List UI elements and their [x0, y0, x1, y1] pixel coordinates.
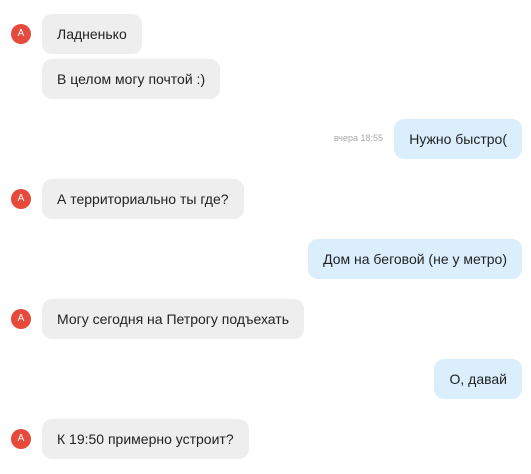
chat-thread: A Ладненько В целом могу почтой :) вчера… [0, 0, 531, 474]
avatar[interactable]: A [11, 309, 31, 329]
outgoing-message[interactable]: Дом на беговой (не у метро) [308, 239, 522, 279]
message-timestamp: вчера 18:55 [333, 133, 383, 143]
outgoing-message[interactable]: О, давай [434, 359, 522, 399]
incoming-message[interactable]: Ладненько [42, 14, 142, 54]
avatar[interactable]: A [11, 189, 31, 209]
incoming-message[interactable]: А территориально ты где? [42, 179, 244, 219]
incoming-message[interactable]: К 19:50 примерно устроит? [42, 419, 249, 459]
incoming-message[interactable]: В целом могу почтой :) [42, 59, 221, 99]
avatar[interactable]: A [11, 429, 31, 449]
avatar[interactable]: A [11, 24, 31, 44]
incoming-message[interactable]: Могу сегодня на Петрогу подъехать [42, 299, 304, 339]
outgoing-message[interactable]: Нужно быстро( [394, 119, 522, 159]
